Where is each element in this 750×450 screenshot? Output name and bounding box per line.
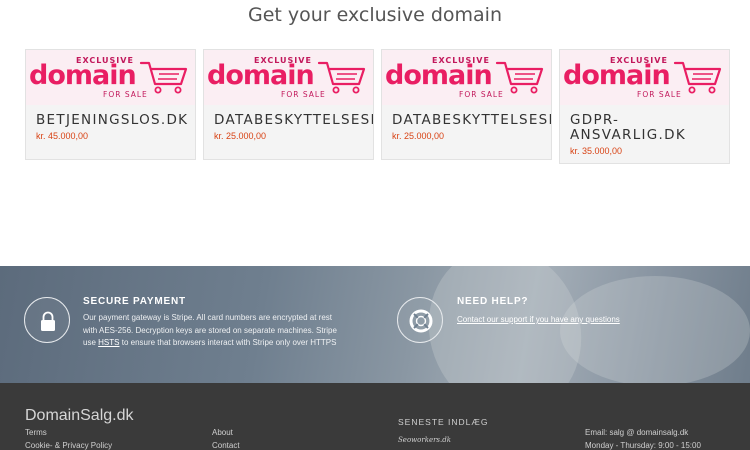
- help-badge: [397, 297, 443, 343]
- shopping-cart-icon: [673, 61, 722, 94]
- lock-icon: [41, 311, 55, 331]
- lifebuoy-icon: [409, 309, 433, 333]
- shopping-cart-icon: [139, 61, 188, 94]
- domain-card[interactable]: EXCLUSIVE domain FOR SALE DATABESKYTTELS…: [381, 49, 552, 160]
- domain-name[interactable]: BETJENINGSLOS.DK: [36, 113, 195, 128]
- footer-email: Email: salg @ domainsalg.dk: [585, 428, 689, 437]
- banner-main-text: domain: [29, 60, 137, 91]
- contact-support-link[interactable]: Contact our support if you have any ques…: [457, 315, 620, 324]
- shopping-cart-icon: [317, 61, 366, 94]
- domain-for-sale-banner: EXCLUSIVE domain FOR SALE: [382, 50, 551, 105]
- latest-post-link[interactable]: Seoworkers.dk: [398, 436, 451, 444]
- banner-main-text: domain: [563, 60, 671, 91]
- footer-brand[interactable]: DomainSalg.dk: [25, 407, 134, 425]
- secure-payment-title: SECURE PAYMENT: [83, 296, 186, 307]
- privacy-policy-link[interactable]: Cookie- & Privacy Policy: [25, 441, 112, 450]
- about-link[interactable]: About: [212, 428, 233, 437]
- domain-name[interactable]: DATABESKYTTELSESPA: [214, 113, 373, 128]
- domain-name[interactable]: GDPR-ANSVARLIG.DK: [570, 113, 720, 143]
- hsts-link[interactable]: HSTS: [98, 338, 119, 347]
- page-heading: Get your exclusive domain: [247, 4, 502, 26]
- domain-card[interactable]: EXCLUSIVE domain FOR SALE GDPR-ANSVARLIG…: [559, 49, 730, 164]
- info-banner: SECURE PAYMENT Our payment gateway is St…: [0, 266, 750, 383]
- need-help-title: NEED HELP?: [457, 296, 529, 307]
- domain-price: kr. 35.000,00: [570, 146, 623, 156]
- terms-link[interactable]: Terms: [25, 428, 47, 437]
- domain-name[interactable]: DATABESKYTTELSESPA: [392, 113, 551, 128]
- domain-card[interactable]: EXCLUSIVE domain FOR SALE BETJENINGSLOS.…: [25, 49, 196, 160]
- domain-price: kr. 25.000,00: [392, 131, 445, 141]
- footer-hours: Monday - Thursday: 9:00 - 15:00: [585, 441, 701, 450]
- secure-payment-badge: [24, 297, 70, 343]
- footer: DomainSalg.dk Terms Cookie- & Privacy Po…: [0, 383, 750, 450]
- domain-price: kr. 25.000,00: [214, 131, 267, 141]
- banner-main-text: domain: [207, 60, 315, 91]
- domain-for-sale-banner: EXCLUSIVE domain FOR SALE: [204, 50, 373, 105]
- shopping-cart-icon: [495, 61, 544, 94]
- contact-link[interactable]: Contact: [212, 441, 240, 450]
- domain-for-sale-banner: EXCLUSIVE domain FOR SALE: [26, 50, 195, 105]
- secure-text-part: to ensure that browsers interact with St…: [121, 338, 337, 347]
- domain-price: kr. 45.000,00: [36, 131, 89, 141]
- background-blur: [560, 276, 750, 383]
- domain-card[interactable]: EXCLUSIVE domain FOR SALE DATABESKYTTELS…: [203, 49, 374, 160]
- domain-cards: EXCLUSIVE domain FOR SALE BETJENINGSLOS.…: [25, 49, 730, 164]
- latest-posts-heading: SENESTE INDLÆG: [398, 417, 489, 427]
- banner-main-text: domain: [385, 60, 493, 91]
- domain-for-sale-banner: EXCLUSIVE domain FOR SALE: [560, 50, 729, 105]
- secure-payment-text: Our payment gateway is Stripe. All card …: [83, 312, 348, 350]
